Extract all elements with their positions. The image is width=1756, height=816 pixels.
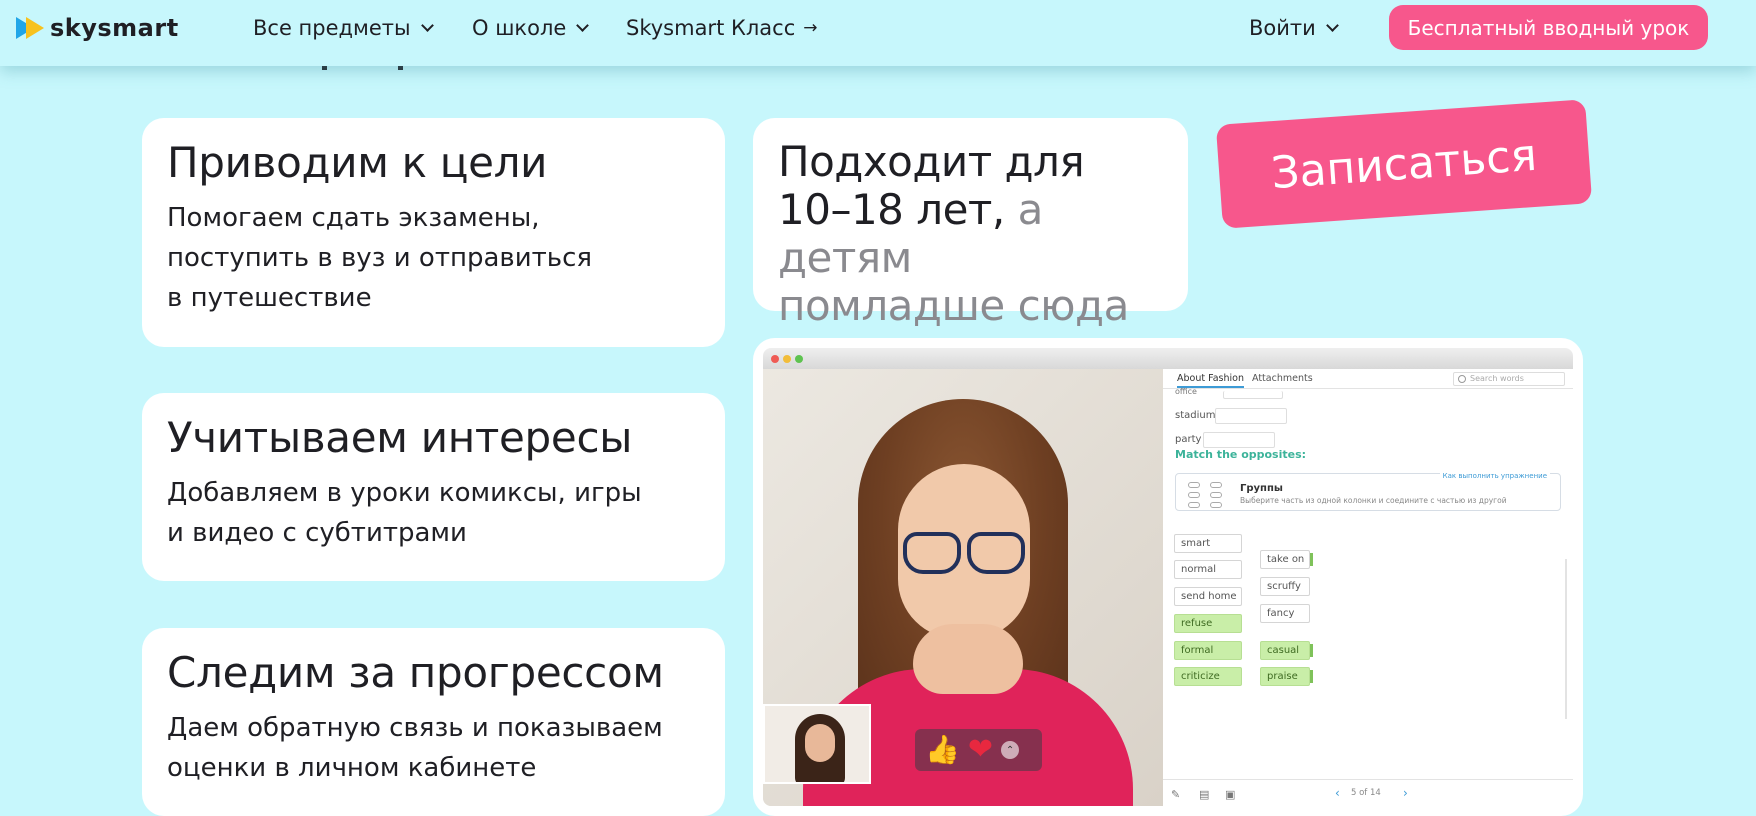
tab-attachments[interactable]: Attachments bbox=[1252, 373, 1313, 384]
login-menu[interactable]: Войти bbox=[1249, 14, 1339, 42]
logo-mark-icon bbox=[16, 17, 46, 39]
card-text: Даем обратную связь и показываем оценки … bbox=[167, 708, 700, 788]
exercise-hint: Группы Выберите часть из одной колонки и… bbox=[1175, 472, 1561, 511]
card-title: Учитываем интересы bbox=[167, 413, 633, 462]
age-card: Подходит для 10–18 лет, а детям помладше … bbox=[753, 118, 1188, 378]
lesson-footer: ✎ ▤ ▣ ‹ 5 of 14 › bbox=[1163, 779, 1573, 806]
lesson-preview-card: 👍 ❤ ⌃ About Fashion Attachments Search w… bbox=[753, 338, 1583, 816]
heart-icon[interactable]: ❤ bbox=[968, 735, 993, 765]
answer-box[interactable] bbox=[1203, 432, 1275, 448]
browser-titlebar bbox=[763, 348, 1573, 369]
cutoff-word: office bbox=[1175, 387, 1197, 396]
answer-box[interactable] bbox=[1215, 408, 1287, 424]
lesson-scrollbar[interactable] bbox=[1565, 559, 1567, 719]
more-reactions-icon[interactable]: ⌃ bbox=[1001, 741, 1020, 759]
signup-button[interactable]: Записаться bbox=[1215, 99, 1593, 229]
student-video: 👍 ❤ ⌃ bbox=[763, 369, 1163, 806]
matched-marker bbox=[1310, 670, 1313, 683]
document-icon[interactable]: ▤ bbox=[1199, 788, 1209, 801]
search-words-input[interactable]: Search words bbox=[1453, 372, 1565, 386]
browser-window: 👍 ❤ ⌃ About Fashion Attachments Search w… bbox=[763, 348, 1573, 806]
card-text: Добавляем в уроки комиксы, игры и видео … bbox=[167, 473, 700, 553]
page-indicator: 5 of 14 bbox=[1351, 788, 1381, 798]
feature-card-progress: Следим за прогрессом Даем обратную связь… bbox=[142, 628, 725, 816]
reactions-bar: 👍 ❤ ⌃ bbox=[915, 729, 1042, 771]
maximize-dot-icon bbox=[795, 355, 803, 363]
pencil-icon[interactable]: ✎ bbox=[1171, 788, 1180, 801]
answer-box[interactable] bbox=[1223, 391, 1283, 399]
match-item-right[interactable]: fancy bbox=[1260, 604, 1310, 623]
match-item-text: take on bbox=[1267, 554, 1305, 565]
match-item-right[interactable]: casual bbox=[1260, 641, 1313, 660]
nav-label: Все предметы bbox=[253, 16, 411, 40]
card-title: Следим за прогрессом bbox=[167, 648, 664, 697]
how-to-link[interactable]: Как выполнить упражнение bbox=[1439, 472, 1550, 480]
nav-label: Skysmart Класс bbox=[626, 16, 796, 40]
card-text-line: в путешествие bbox=[167, 283, 372, 314]
login-label: Войти bbox=[1249, 16, 1316, 40]
match-item-right[interactable]: take on bbox=[1260, 550, 1313, 569]
tab-about-fashion[interactable]: About Fashion bbox=[1177, 373, 1244, 388]
logo-text: skysmart bbox=[50, 14, 179, 42]
age-line: Подходит для bbox=[778, 137, 1085, 186]
card-text-line: Добавляем в уроки комиксы, игры bbox=[167, 478, 642, 509]
match-item-right[interactable]: scruffy bbox=[1260, 577, 1310, 596]
match-item-left[interactable]: smart bbox=[1174, 534, 1242, 553]
task-title: Match the opposites: bbox=[1175, 448, 1307, 461]
nav-label: О школе bbox=[472, 16, 567, 40]
hint-title: Группы bbox=[1240, 483, 1283, 494]
card-title: Приводим к цели bbox=[167, 138, 548, 187]
card-text-line: Помогаем сдать экзамены, bbox=[167, 203, 540, 234]
nav-about-school[interactable]: О школе bbox=[472, 14, 590, 42]
prev-page-icon[interactable]: ‹ bbox=[1335, 786, 1340, 800]
word-label: stadium bbox=[1175, 410, 1216, 421]
card-text-line: оценки в личном кабинете bbox=[167, 753, 537, 784]
match-item-left[interactable]: normal bbox=[1174, 560, 1242, 579]
match-groups-icon bbox=[1184, 480, 1234, 508]
match-item-text: casual bbox=[1267, 645, 1300, 656]
minimize-dot-icon bbox=[783, 355, 791, 363]
match-item-text: praise bbox=[1267, 671, 1298, 682]
thumbs-up-icon[interactable]: 👍 bbox=[925, 736, 960, 764]
site-header: skysmart Все предметы О школе Skysmart К… bbox=[0, 0, 1756, 66]
match-item-right[interactable]: praise bbox=[1260, 667, 1313, 686]
card-text: Помогаем сдать экзамены, поступить в вуз… bbox=[167, 198, 700, 318]
match-item-left[interactable]: formal bbox=[1174, 641, 1242, 660]
match-item-left[interactable]: send home bbox=[1174, 587, 1242, 606]
feature-card-interests: Учитываем интересы Добавляем в уроки ком… bbox=[142, 393, 725, 581]
close-dot-icon bbox=[771, 355, 779, 363]
chevron-down-icon bbox=[1325, 18, 1339, 32]
hint-description: Выберите часть из одной колонки и соедин… bbox=[1240, 496, 1507, 505]
lesson-tabs: About Fashion Attachments Search words bbox=[1163, 369, 1573, 389]
next-page-icon[interactable]: › bbox=[1403, 786, 1408, 800]
lesson-panel: About Fashion Attachments Search words o… bbox=[1163, 369, 1573, 806]
glasses-right bbox=[967, 532, 1025, 574]
card-text-line: и видео с субтитрами bbox=[167, 518, 467, 549]
matched-marker bbox=[1310, 553, 1313, 566]
nav-skysmart-class[interactable]: Skysmart Класс → bbox=[626, 14, 818, 42]
feature-card-goal: Приводим к цели Помогаем сдать экзамены,… bbox=[142, 118, 725, 347]
chevron-down-icon bbox=[576, 18, 590, 32]
match-item-left[interactable]: criticize bbox=[1174, 667, 1242, 686]
free-intro-lesson-button[interactable]: Бесплатный вводный урок bbox=[1389, 5, 1708, 50]
age-range: 10–18 лет, bbox=[778, 185, 1005, 234]
logo[interactable]: skysmart bbox=[16, 14, 179, 42]
match-item-left[interactable]: refuse bbox=[1174, 614, 1242, 633]
nav-all-subjects[interactable]: Все предметы bbox=[253, 14, 434, 42]
briefcase-icon[interactable]: ▣ bbox=[1225, 788, 1235, 801]
matched-marker bbox=[1310, 644, 1313, 657]
teacher-face bbox=[805, 724, 835, 762]
card-text-line: Даем обратную связь и показываем bbox=[167, 713, 663, 744]
arrow-right-icon: → bbox=[803, 18, 818, 38]
glasses-left bbox=[903, 532, 961, 574]
teacher-video bbox=[763, 704, 871, 784]
card-text-line: поступить в вуз и отправиться bbox=[167, 243, 593, 274]
word-label: party bbox=[1175, 434, 1202, 445]
link-text: помладше сюда bbox=[778, 281, 1129, 330]
chevron-down-icon bbox=[420, 18, 434, 32]
student-hands bbox=[913, 624, 1023, 694]
